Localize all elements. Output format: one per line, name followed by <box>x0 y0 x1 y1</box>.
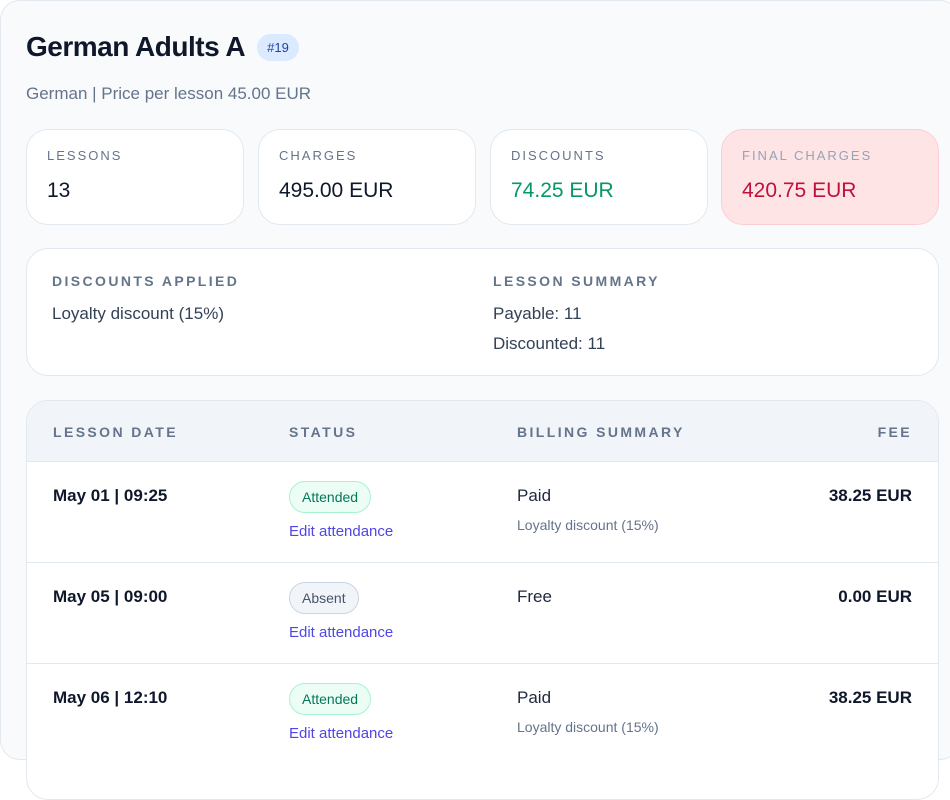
discounts-applied-text: Loyalty discount (15%) <box>52 304 224 323</box>
lesson-date: May 05 | 09:00 <box>53 587 168 606</box>
lessons-table: LESSON DATE STATUS BILLING SUMMARY FEE M… <box>26 400 939 800</box>
lesson-date: May 01 | 09:25 <box>53 486 168 505</box>
lesson-fee: 38.25 EUR <box>828 486 912 505</box>
status-badge: Absent <box>289 582 359 614</box>
billing-status: Paid <box>517 486 552 505</box>
column-header-fee: FEE <box>877 424 912 440</box>
billing-status: Paid <box>517 688 552 707</box>
billing-note: Loyalty discount (15%) <box>517 719 659 735</box>
course-billing-page: German Adults A #19 German | Price per l… <box>0 0 950 800</box>
lesson-fee: 0.00 EUR <box>838 587 912 606</box>
stat-card-discounts: DISCOUNTS 74.25 EUR <box>490 129 708 225</box>
billing-status: Free <box>517 587 552 606</box>
discounts-applied-label: DISCOUNTS APPLIED <box>52 273 240 289</box>
title-row: German Adults A #19 <box>26 31 299 63</box>
table-row: May 05 | 09:00 Absent Edit attendance Fr… <box>27 562 938 663</box>
stat-value: 74.25 EUR <box>511 179 614 202</box>
lesson-summary-label: LESSON SUMMARY <box>493 273 660 289</box>
edit-attendance-link[interactable]: Edit attendance <box>289 624 393 641</box>
status-badge: Attended <box>289 481 372 513</box>
edit-attendance-link[interactable]: Edit attendance <box>289 523 393 540</box>
status-badge: Attended <box>289 683 372 715</box>
stat-value: 420.75 EUR <box>742 179 857 202</box>
lesson-date: May 06 | 12:10 <box>53 688 168 707</box>
page-title: German Adults A <box>26 31 246 62</box>
table-header: LESSON DATE STATUS BILLING SUMMARY FEE <box>27 401 938 461</box>
summary-card: DISCOUNTS APPLIED Loyalty discount (15%)… <box>26 248 939 376</box>
course-subtitle: German | Price per lesson 45.00 EUR <box>26 84 312 103</box>
stat-label: DISCOUNTS <box>511 148 606 163</box>
stat-card-charges: CHARGES 495.00 EUR <box>258 129 476 225</box>
stat-label: FINAL CHARGES <box>742 148 873 163</box>
column-header-lesson-date: LESSON DATE <box>53 424 178 440</box>
discounted-count: Discounted: 11 <box>493 334 606 353</box>
stat-card-lessons: LESSONS 13 <box>26 129 244 225</box>
payable-count: Payable: 11 <box>493 304 582 323</box>
stat-card-final-charges: FINAL CHARGES 420.75 EUR <box>721 129 939 225</box>
column-header-billing-summary: BILLING SUMMARY <box>517 424 685 440</box>
billing-note: Loyalty discount (15%) <box>517 517 659 533</box>
stat-value: 13 <box>47 179 71 202</box>
stat-value: 495.00 EUR <box>279 179 394 202</box>
stat-label: CHARGES <box>279 148 358 163</box>
edit-attendance-link[interactable]: Edit attendance <box>289 725 393 742</box>
table-row: May 06 | 12:10 Attended Edit attendance … <box>27 663 938 764</box>
stat-label: LESSONS <box>47 148 123 163</box>
course-id-badge: #19 <box>257 33 299 61</box>
lesson-fee: 38.25 EUR <box>828 688 912 707</box>
column-header-status: STATUS <box>289 424 358 440</box>
table-row: May 01 | 09:25 Attended Edit attendance … <box>27 461 938 562</box>
